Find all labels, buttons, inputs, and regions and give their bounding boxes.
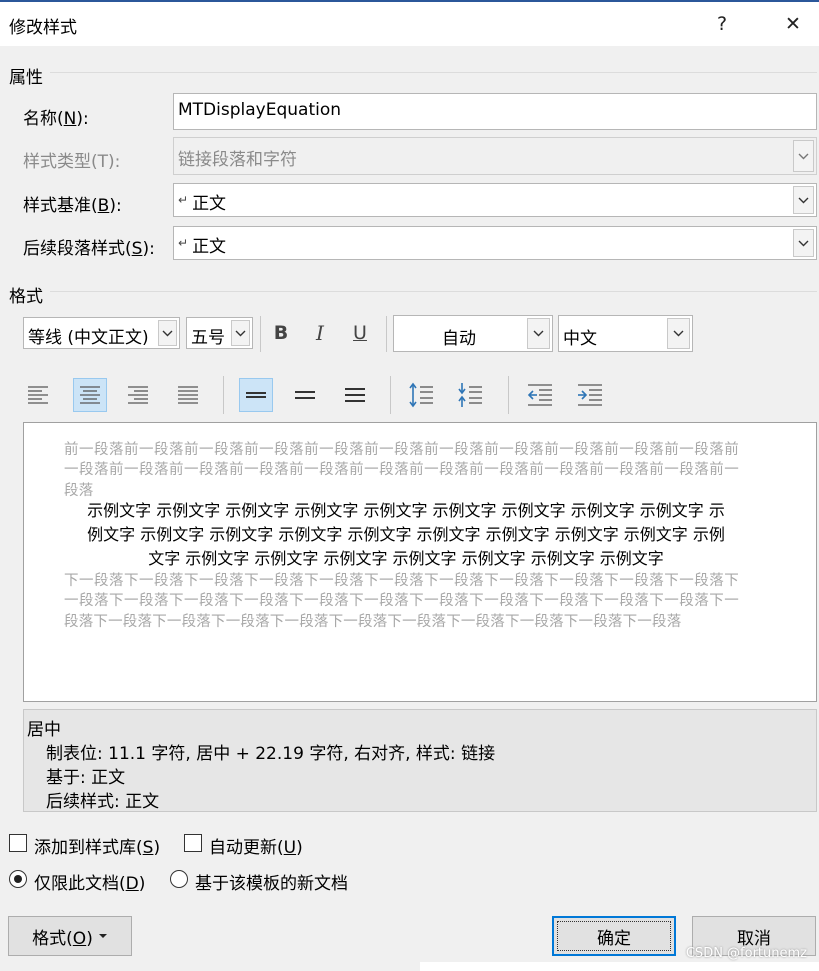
dropdown-arrow-icon — [98, 934, 107, 938]
style-preview: 前一段落前一段落前一段落前一段落前一段落前一段落前一段落前一段落前一段落前一段落… — [23, 422, 817, 702]
decrease-indent-icon — [527, 384, 552, 406]
radio-selected-dot — [14, 875, 22, 883]
background-strip — [420, 962, 819, 971]
description-next-style: 后续样式: 正文 — [46, 792, 160, 812]
previous-paragraph-preview: 前一段落前一段落前一段落前一段落前一段落前一段落前一段落前一段落前一段落前一段落… — [64, 442, 739, 499]
focus-ring — [557, 921, 671, 951]
font-size-select[interactable]: 五号 — [186, 317, 253, 349]
increase-paragraph-spacing-icon — [409, 382, 433, 408]
font-color-select[interactable]: 自动 — [393, 315, 553, 352]
description-tabs: 制表位: 11.1 字符, 居中 + 22.19 字符, 右对齐, 样式: 链接 — [46, 744, 496, 764]
format-menu-button[interactable]: 格式(O) — [8, 916, 132, 956]
paragraph-mark-icon: ↵ — [178, 193, 189, 207]
close-icon: ✕ — [785, 13, 801, 35]
align-right-icon — [128, 386, 148, 404]
only-this-document-label[interactable]: 仅限此文档(D) — [34, 869, 145, 894]
description-based-on: 基于: 正文 — [46, 768, 126, 788]
toolbar-separator — [508, 376, 509, 414]
double-spacing-button[interactable] — [338, 378, 372, 412]
paragraph-mark-icon: ↵ — [178, 236, 189, 250]
toolbar-separator — [223, 376, 224, 414]
sample-text-line: 例文字 示例文字 示例文字 示例文字 示例文字 示例文字 示例文字 示例文字 示… — [87, 525, 725, 544]
align-right-button[interactable] — [121, 378, 155, 412]
new-documents-radio[interactable] — [170, 870, 188, 888]
chevron-down-icon[interactable] — [667, 318, 690, 349]
auto-update-checkbox[interactable] — [184, 834, 202, 852]
next-paragraph-preview: 下一段落下一段落下一段落下一段落下一段落下一段落下一段落下一段落下一段落下一段落… — [64, 573, 739, 630]
toolbar-separator — [390, 376, 391, 414]
script-select[interactable]: 中文 — [558, 315, 693, 352]
font-select[interactable]: 等线 (中文正文) — [23, 317, 180, 349]
align-center-button[interactable] — [73, 378, 107, 412]
increase-space-before-button[interactable] — [404, 378, 438, 412]
close-button[interactable]: ✕ — [775, 8, 811, 40]
properties-divider — [50, 72, 817, 73]
double-spacing-icon — [345, 388, 365, 402]
increase-indent-button[interactable] — [573, 378, 607, 412]
help-button[interactable]: ? — [704, 8, 740, 40]
ok-button[interactable]: 确定 — [552, 916, 676, 956]
chevron-down-icon[interactable] — [158, 320, 177, 346]
title-bar — [0, 2, 819, 46]
auto-update-label[interactable]: 自动更新(U) — [209, 833, 303, 858]
align-left-icon — [28, 386, 48, 404]
name-input[interactable]: MTDisplayEquation — [173, 93, 817, 130]
add-to-gallery-checkbox[interactable] — [9, 834, 27, 852]
watermark-text: CSDN @fortunemz — [685, 946, 807, 961]
new-documents-label[interactable]: 基于该模板的新文档 — [195, 869, 348, 894]
chevron-down-icon — [793, 140, 814, 172]
one-half-spacing-button[interactable] — [288, 378, 322, 412]
based-on-select[interactable]: ↵ 正文 — [173, 183, 817, 217]
toolbar-separator — [386, 316, 387, 352]
single-spacing-icon — [246, 392, 266, 398]
format-divider — [50, 291, 817, 292]
one-half-spacing-icon — [295, 391, 315, 399]
dialog-title: 修改样式 — [9, 18, 77, 38]
next-style-label: 后续段落样式(S): — [23, 239, 155, 259]
single-spacing-button[interactable] — [239, 378, 273, 412]
align-left-button[interactable] — [21, 378, 55, 412]
underline-button[interactable]: U — [343, 316, 377, 350]
increase-indent-icon — [578, 384, 602, 406]
italic-button[interactable]: I — [303, 316, 337, 350]
justify-button[interactable] — [171, 378, 205, 412]
style-type-select: 链接段落和字符 — [173, 137, 817, 175]
justify-icon — [178, 386, 198, 404]
toolbar-separator — [260, 316, 261, 352]
sample-text-line: 文字 示例文字 示例文字 示例文字 示例文字 示例文字 示例文字 示例文字 — [148, 549, 664, 568]
chevron-down-icon[interactable] — [231, 320, 250, 346]
style-type-label: 样式类型(T): — [23, 152, 121, 172]
chevron-down-icon[interactable] — [527, 318, 550, 349]
help-icon: ? — [716, 13, 728, 35]
only-this-document-radio[interactable] — [9, 870, 27, 888]
add-to-gallery-label[interactable]: 添加到样式库(S) — [34, 833, 160, 858]
format-heading: 格式 — [9, 287, 43, 307]
bold-button[interactable]: B — [264, 316, 298, 350]
chevron-down-icon[interactable] — [793, 186, 814, 214]
next-style-select[interactable]: ↵ 正文 — [173, 226, 817, 260]
style-description: 居中 制表位: 11.1 字符, 居中 + 22.19 字符, 右对齐, 样式:… — [23, 709, 817, 812]
decrease-paragraph-spacing-icon — [458, 383, 482, 407]
decrease-space-before-button[interactable] — [453, 378, 487, 412]
decrease-indent-button[interactable] — [523, 378, 557, 412]
description-alignment: 居中 — [27, 720, 61, 740]
based-on-label: 样式基准(B): — [23, 196, 122, 216]
align-center-icon — [80, 386, 100, 404]
name-label: 名称(N): — [23, 109, 89, 129]
properties-heading: 属性 — [9, 68, 43, 88]
sample-text-line: 示例文字 示例文字 示例文字 示例文字 示例文字 示例文字 示例文字 示例文字 … — [87, 501, 725, 520]
chevron-down-icon[interactable] — [793, 229, 814, 257]
